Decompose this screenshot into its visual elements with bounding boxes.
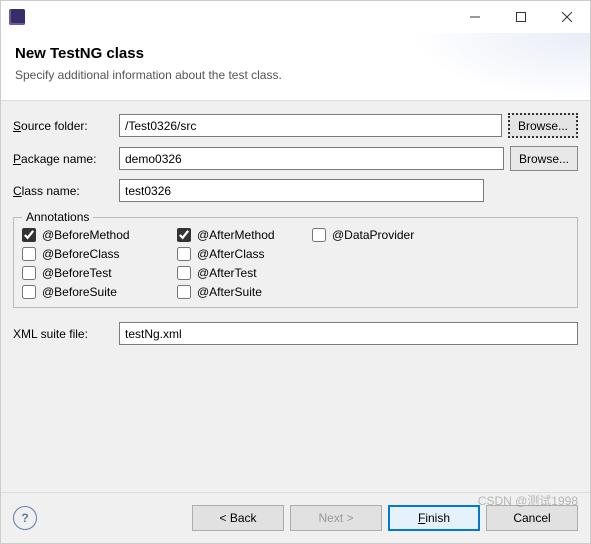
package-name-row: Package name: Browse... xyxy=(13,146,578,171)
annotation-label: @DataProvider xyxy=(332,228,414,242)
source-folder-row: Source folder: Browse... xyxy=(13,113,578,138)
annotation-label: @BeforeMethod xyxy=(42,228,130,242)
finish-button[interactable]: Finish xyxy=(388,505,480,531)
annotation-label: @BeforeSuite xyxy=(42,285,117,299)
annotation-checkbox[interactable] xyxy=(177,266,191,280)
eclipse-icon xyxy=(9,9,25,25)
header-decoration xyxy=(410,33,590,100)
annotation-item: @BeforeSuite xyxy=(22,285,177,299)
maximize-button[interactable] xyxy=(498,1,544,33)
back-button[interactable]: < Back xyxy=(192,505,284,531)
titlebar xyxy=(1,1,590,33)
annotation-checkbox[interactable] xyxy=(177,285,191,299)
dialog-window: New TestNG class Specify additional info… xyxy=(0,0,591,544)
class-name-label: Class name: xyxy=(13,184,113,198)
dialog-footer: ? < Back Next > Finish Cancel xyxy=(1,492,590,543)
page-subtitle: Specify additional information about the… xyxy=(15,68,576,82)
xml-suite-label: XML suite file: xyxy=(13,327,113,341)
annotation-label: @AfterTest xyxy=(197,266,257,280)
annotation-item: @BeforeTest xyxy=(22,266,177,280)
dialog-content: Source folder: Browse... Package name: B… xyxy=(1,100,590,492)
minimize-button[interactable] xyxy=(452,1,498,33)
annotation-checkbox[interactable] xyxy=(177,247,191,261)
annotations-grid: @BeforeMethod @AfterMethod @DataProvider @B… xyxy=(22,228,569,299)
annotation-checkbox[interactable] xyxy=(177,228,191,242)
titlebar-controls xyxy=(452,1,590,33)
source-folder-browse-button[interactable]: Browse... xyxy=(508,113,578,138)
annotation-item: @DataProvider xyxy=(312,228,447,242)
annotation-checkbox[interactable] xyxy=(22,228,36,242)
xml-suite-row: XML suite file: xyxy=(13,322,578,345)
annotation-label: @AfterSuite xyxy=(197,285,262,299)
class-name-input[interactable] xyxy=(119,179,484,202)
annotation-item xyxy=(312,247,447,261)
annotation-item: @AfterClass xyxy=(177,247,312,261)
next-button: Next > xyxy=(290,505,382,531)
package-name-label: Package name: xyxy=(13,152,113,166)
annotation-label: @BeforeTest xyxy=(42,266,112,280)
annotation-item: @AfterTest xyxy=(177,266,312,280)
annotation-checkbox[interactable] xyxy=(22,285,36,299)
annotation-item: @BeforeClass xyxy=(22,247,177,261)
annotation-checkbox[interactable] xyxy=(22,266,36,280)
annotation-label: @AfterMethod xyxy=(197,228,275,242)
annotation-checkbox[interactable] xyxy=(22,247,36,261)
close-button[interactable] xyxy=(544,1,590,33)
annotations-fieldset: Annotations @BeforeMethod @AfterMethod @Da… xyxy=(13,210,578,308)
cancel-button[interactable]: Cancel xyxy=(486,505,578,531)
annotation-item xyxy=(312,266,447,280)
xml-suite-input[interactable] xyxy=(119,322,578,345)
annotation-label: @AfterClass xyxy=(197,247,265,261)
dialog-header: New TestNG class Specify additional info… xyxy=(1,33,590,100)
annotations-legend: Annotations xyxy=(22,210,93,224)
annotation-item: @AfterSuite xyxy=(177,285,312,299)
annotation-item: @BeforeMethod xyxy=(22,228,177,242)
page-title: New TestNG class xyxy=(15,45,576,62)
package-name-input[interactable] xyxy=(119,147,504,170)
wizard-buttons: < Back Next > Finish Cancel xyxy=(192,505,578,531)
source-folder-label: Source folder: xyxy=(13,119,113,133)
annotation-checkbox[interactable] xyxy=(312,228,326,242)
help-button[interactable]: ? xyxy=(13,506,37,530)
package-name-browse-button[interactable]: Browse... xyxy=(510,146,578,171)
annotation-item: @AfterMethod xyxy=(177,228,312,242)
titlebar-left xyxy=(1,9,33,25)
source-folder-input[interactable] xyxy=(119,114,502,137)
class-name-row: Class name: xyxy=(13,179,578,202)
annotation-label: @BeforeClass xyxy=(42,247,120,261)
